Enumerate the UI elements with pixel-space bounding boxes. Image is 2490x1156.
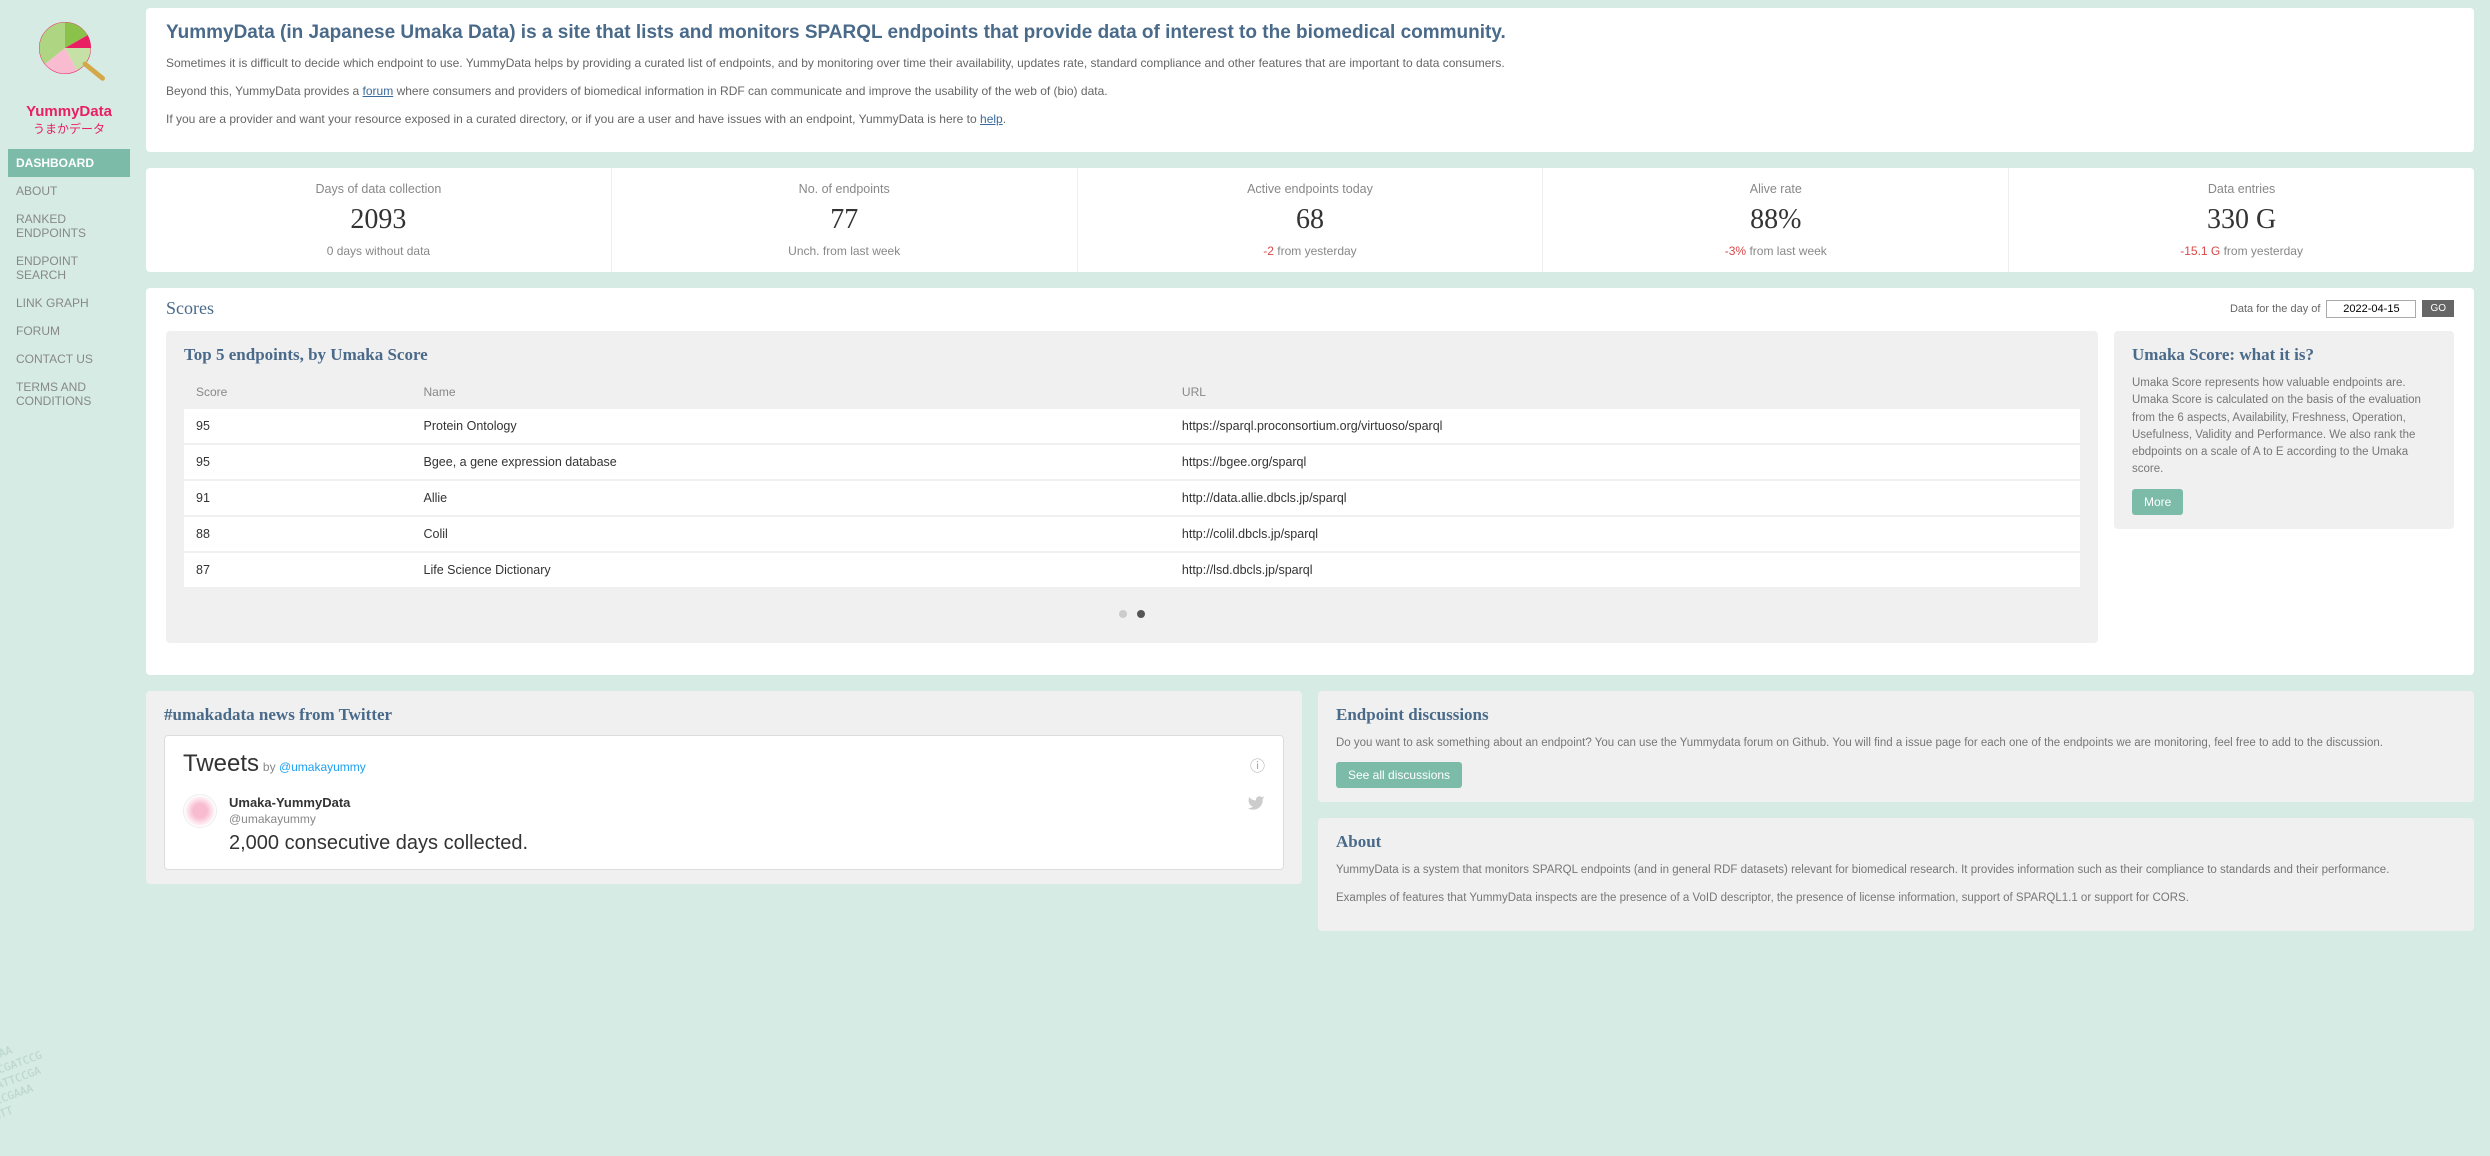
date-input[interactable] xyxy=(2326,300,2416,318)
about-p2: Examples of features that YummyData insp… xyxy=(1336,890,2456,907)
logo-subtitle: うまかデータ xyxy=(8,120,130,137)
discussions-title: Endpoint discussions xyxy=(1336,705,2456,725)
about-p1: YummyData is a system that monitors SPAR… xyxy=(1336,862,2456,879)
tweets-title: Tweets xyxy=(183,750,259,777)
tweet-item[interactable]: Umaka-YummyData @umakayummy 2,000 consec… xyxy=(183,794,1265,855)
intro-heading: YummyData (in Japanese Umaka Data) is a … xyxy=(166,22,2454,44)
stat-data-entries: Data entries 330 G -15.1 G from yesterda… xyxy=(2009,168,2474,272)
go-button[interactable]: GO xyxy=(2422,300,2454,317)
discussions-panel: Endpoint discussions Do you want to ask … xyxy=(1318,691,2474,802)
scores-card: Scores Data for the day of GO Top 5 endp… xyxy=(146,288,2474,675)
umaka-score-panel: Umaka Score: what it is? Umaka Score rep… xyxy=(2114,331,2454,529)
endpoints-table: Score Name URL 95Protein Ontologyhttps:/… xyxy=(184,375,2080,589)
avatar xyxy=(183,794,217,828)
tweet-account-name: Umaka-YummyData xyxy=(229,795,350,810)
see-all-discussions-button[interactable]: See all discussions xyxy=(1336,762,1462,788)
intro-p3: If you are a provider and want your reso… xyxy=(166,110,2454,128)
more-button[interactable]: More xyxy=(2132,489,2183,515)
nav-dashboard[interactable]: DASHBOARD xyxy=(8,149,130,177)
date-picker: Data for the day of GO xyxy=(2230,300,2454,318)
table-row[interactable]: 91Alliehttp://data.allie.dbcls.jp/sparql xyxy=(184,480,2080,516)
nav-forum[interactable]: FORUM xyxy=(8,317,130,345)
sidebar: YummyData うまかデータ DASHBOARD ABOUT RANKED … xyxy=(0,0,138,1156)
intro-p2: Beyond this, YummyData provides a forum … xyxy=(166,82,2454,100)
stats-card: Days of data collection 2093 0 days with… xyxy=(146,168,2474,272)
col-url: URL xyxy=(1170,375,2080,409)
intro-p1: Sometimes it is difficult to decide whic… xyxy=(166,54,2454,72)
tweet-account-handle: @umakayummy xyxy=(229,812,316,826)
nav-about[interactable]: ABOUT xyxy=(8,177,130,205)
nav-list: DASHBOARD ABOUT RANKED ENDPOINTS ENDPOIN… xyxy=(8,149,130,415)
stat-days: Days of data collection 2093 0 days with… xyxy=(146,168,612,272)
table-row[interactable]: 95Protein Ontologyhttps://sparql.procons… xyxy=(184,409,2080,444)
nav-link-graph[interactable]: LINK GRAPH xyxy=(8,289,130,317)
twitter-heading: #umakadata news from Twitter xyxy=(164,705,1284,725)
table-row[interactable]: 88Colilhttp://colil.dbcls.jp/sparql xyxy=(184,516,2080,552)
forum-link[interactable]: forum xyxy=(363,84,394,98)
logo[interactable]: YummyData うまかデータ xyxy=(8,8,130,149)
scores-title: Scores xyxy=(166,298,214,319)
stat-endpoints: No. of endpoints 77 Unch. from last week xyxy=(612,168,1078,272)
about-panel: About YummyData is a system that monitor… xyxy=(1318,818,2474,931)
dot-2[interactable] xyxy=(1137,610,1145,618)
col-score: Score xyxy=(184,375,412,409)
main-content: YummyData (in Japanese Umaka Data) is a … xyxy=(138,0,2490,1156)
twitter-bird-icon xyxy=(1247,794,1265,826)
twitter-handle-link[interactable]: @umakayummy xyxy=(279,760,366,774)
help-link[interactable]: help xyxy=(980,112,1003,126)
stat-alive: Alive rate 88% -3% from last week xyxy=(1543,168,2009,272)
pagination-dots xyxy=(184,589,2080,629)
logo-title: YummyData xyxy=(8,103,130,120)
about-title: About xyxy=(1336,832,2456,852)
dot-1[interactable] xyxy=(1119,610,1127,618)
table-row[interactable]: 87Life Science Dictionaryhttp://lsd.dbcl… xyxy=(184,552,2080,588)
stat-active: Active endpoints today 68 -2 from yester… xyxy=(1078,168,1544,272)
table-row[interactable]: 95Bgee, a gene expression databasehttps:… xyxy=(184,444,2080,480)
nav-terms[interactable]: TERMS AND CONDITIONS xyxy=(8,373,130,415)
top5-panel: Top 5 endpoints, by Umaka Score Score Na… xyxy=(166,331,2098,643)
info-icon[interactable]: ⓘ xyxy=(1250,755,1265,776)
umaka-title: Umaka Score: what it is? xyxy=(2132,345,2436,365)
discussions-body: Do you want to ask something about an en… xyxy=(1336,735,2456,752)
nav-endpoint-search[interactable]: ENDPOINT SEARCH xyxy=(8,247,130,289)
nav-ranked-endpoints[interactable]: RANKED ENDPOINTS xyxy=(8,205,130,247)
tweet-box: Tweets by @umakayummy ⓘ Umaka-YummyData xyxy=(164,735,1284,870)
col-name: Name xyxy=(412,375,1170,409)
top5-title: Top 5 endpoints, by Umaka Score xyxy=(184,345,2080,365)
umaka-body: Umaka Score represents how valuable endp… xyxy=(2132,375,2436,479)
pie-chart-logo-icon xyxy=(29,16,109,96)
nav-contact-us[interactable]: CONTACT US xyxy=(8,345,130,373)
tweet-text: 2,000 consecutive days collected. xyxy=(229,832,1265,855)
intro-card: YummyData (in Japanese Umaka Data) is a … xyxy=(146,8,2474,152)
twitter-panel: #umakadata news from Twitter Tweets by @… xyxy=(146,691,1302,884)
